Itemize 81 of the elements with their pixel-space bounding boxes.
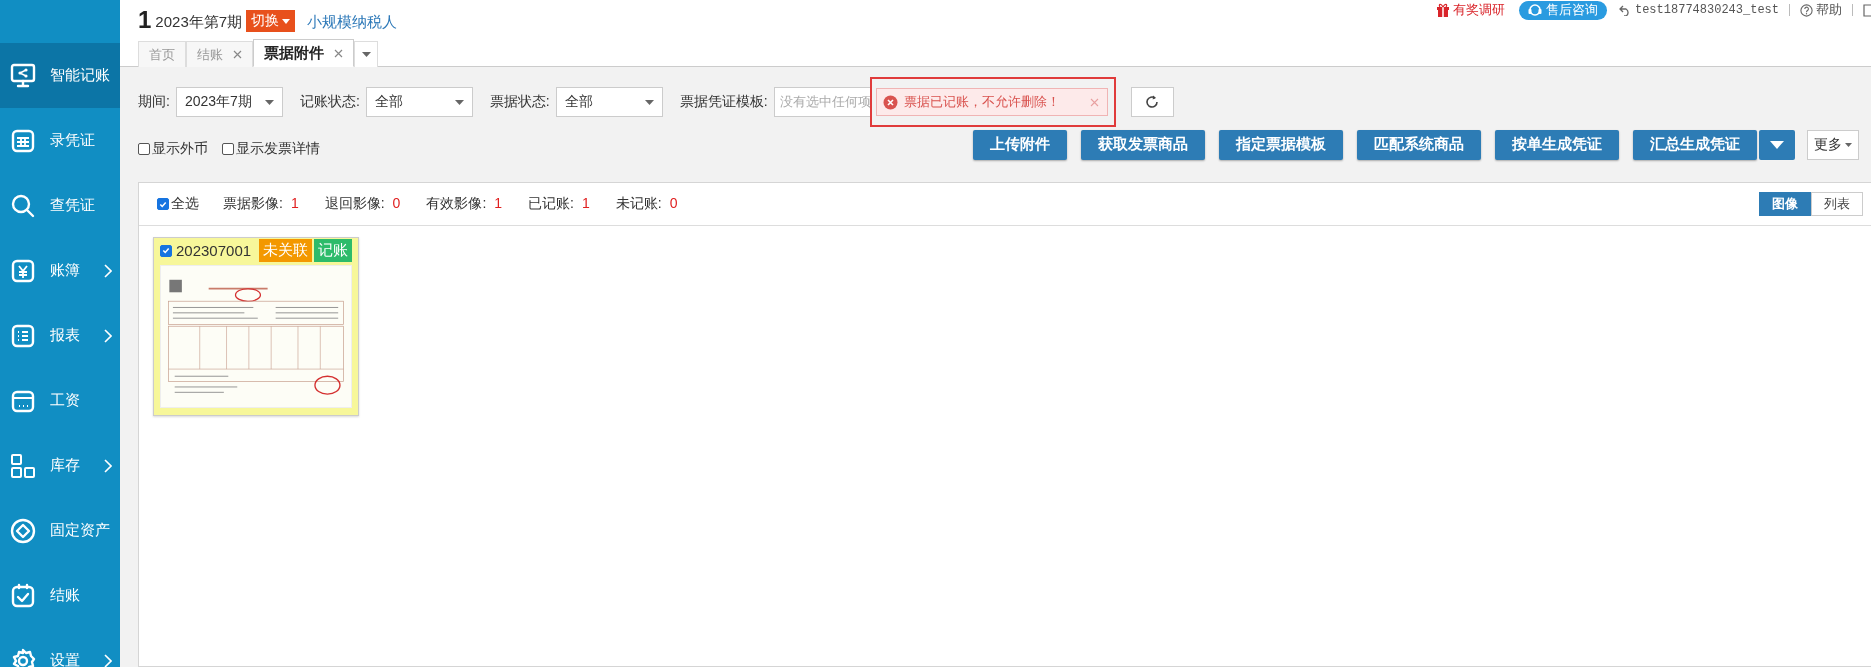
stat-text: 有效影像: 1 [426, 195, 503, 213]
sidebar-item[interactable]: 固定资产 [0, 498, 120, 563]
status-badge: 记账 [314, 239, 352, 262]
sidebar-item[interactable]: 录凭证 [0, 108, 120, 173]
dropdown-button[interactable] [1759, 129, 1795, 160]
taxpayer-link[interactable]: 小规模纳税人 [307, 12, 398, 32]
refresh-button[interactable] [1130, 87, 1174, 117]
toolbar-button[interactable]: 获取发票商品 [1081, 129, 1205, 160]
view-toggle-button[interactable]: 列表 [1811, 192, 1863, 216]
squares-icon [10, 452, 36, 479]
caret-icon [1770, 140, 1784, 149]
user-account[interactable]: test18774830243_test [1618, 3, 1779, 17]
checkbox-label[interactable]: 显示外币 [152, 139, 208, 158]
sidebar-item[interactable]: 账簿 [0, 238, 120, 303]
select-field[interactable]: 全部 [365, 87, 473, 117]
invoice-number: 202307001 [176, 242, 253, 259]
gift-icon [1435, 3, 1450, 17]
switch-button[interactable]: 切换 [246, 10, 296, 32]
table-icon [10, 127, 36, 154]
search-icon [10, 192, 36, 219]
caret-icon [454, 99, 464, 105]
stat-text: 已记账: 1 [528, 195, 590, 213]
checkbox[interactable] [157, 198, 169, 210]
caret-icon [361, 52, 371, 57]
help-icon [1800, 3, 1813, 17]
stat-text: 票据影像: 1 [223, 195, 299, 213]
toolbar-button[interactable]: 匹配系统商品 [1357, 129, 1481, 160]
toolbar-button[interactable]: 指定票据模板 [1219, 129, 1343, 160]
support-button[interactable]: 售后咨询 [1518, 0, 1607, 20]
toolbar-button[interactable]: 上传附件 [973, 129, 1067, 160]
more-button[interactable]: 更多 [1807, 129, 1859, 160]
caret-icon [1845, 142, 1852, 147]
status-badge: 未关联 [259, 239, 312, 262]
stat-text: 退回影像: 0 [324, 195, 401, 213]
checkbox[interactable] [160, 244, 172, 257]
toolbar-button[interactable]: 按单生成凭证 [1495, 129, 1619, 160]
caret-icon [282, 18, 291, 24]
tab[interactable]: 票据附件 [253, 39, 354, 67]
sidebar-item[interactable]: 库存 [0, 433, 120, 498]
yen-icon [10, 257, 36, 284]
filter-label: 记账状态: [299, 93, 360, 111]
period-label: 2023年第7期 [155, 12, 243, 32]
checkbox[interactable] [138, 142, 150, 155]
filter-label: 期间: [138, 93, 170, 111]
caret-icon [264, 99, 274, 105]
invoice-card[interactable]: 202307001 未关联 记账 [153, 237, 359, 416]
sidebar-item[interactable]: 设置 [0, 628, 120, 667]
settings-icon [10, 647, 36, 667]
monitor-icon [10, 62, 36, 89]
tab[interactable]: 结账 [186, 41, 253, 67]
help-link[interactable]: 帮助 [1800, 1, 1842, 19]
undo-icon [1618, 4, 1631, 16]
refresh-icon [1144, 94, 1161, 110]
list-icon [10, 322, 36, 349]
sidebar-item[interactable]: 结账 [0, 563, 120, 628]
checkbox-label[interactable]: 全选 [171, 195, 199, 213]
survey-link[interactable]: 有奖调研 [1435, 1, 1505, 19]
input-field[interactable]: 没有选中任何项 [773, 87, 870, 117]
headset-icon [1527, 3, 1542, 17]
caret-icon [644, 99, 654, 105]
view-toggle-button[interactable]: 图像 [1759, 192, 1811, 216]
close-icon[interactable] [334, 48, 343, 58]
sidebar-item[interactable]: 智能记账 [0, 43, 120, 108]
filter-label: 票据状态: [489, 93, 550, 111]
sidebar-item[interactable]: 工资 [0, 368, 120, 433]
error-message: 票据已记账，不允许删除！ [903, 93, 1060, 111]
sidebar-item[interactable]: 查凭证 [0, 173, 120, 238]
error-icon [882, 94, 898, 110]
checkbox-label[interactable]: 显示发票详情 [236, 139, 320, 158]
checkbox[interactable] [222, 142, 234, 155]
tab-menu-button[interactable] [354, 41, 378, 67]
tab[interactable]: 首页 [138, 41, 186, 67]
filter-label: 票据凭证模板: [679, 93, 768, 111]
sidebar-item[interactable]: 报表 [0, 303, 120, 368]
close-icon[interactable] [233, 50, 242, 59]
toolbar-button[interactable]: 汇总生成凭证 [1633, 129, 1757, 160]
select-field[interactable]: 全部 [555, 87, 663, 117]
stat-text: 未记账: 0 [615, 195, 678, 213]
check-icon [10, 582, 36, 609]
select-field[interactable]: 2023年7期 [175, 87, 283, 117]
period-number: 1 [138, 6, 152, 34]
